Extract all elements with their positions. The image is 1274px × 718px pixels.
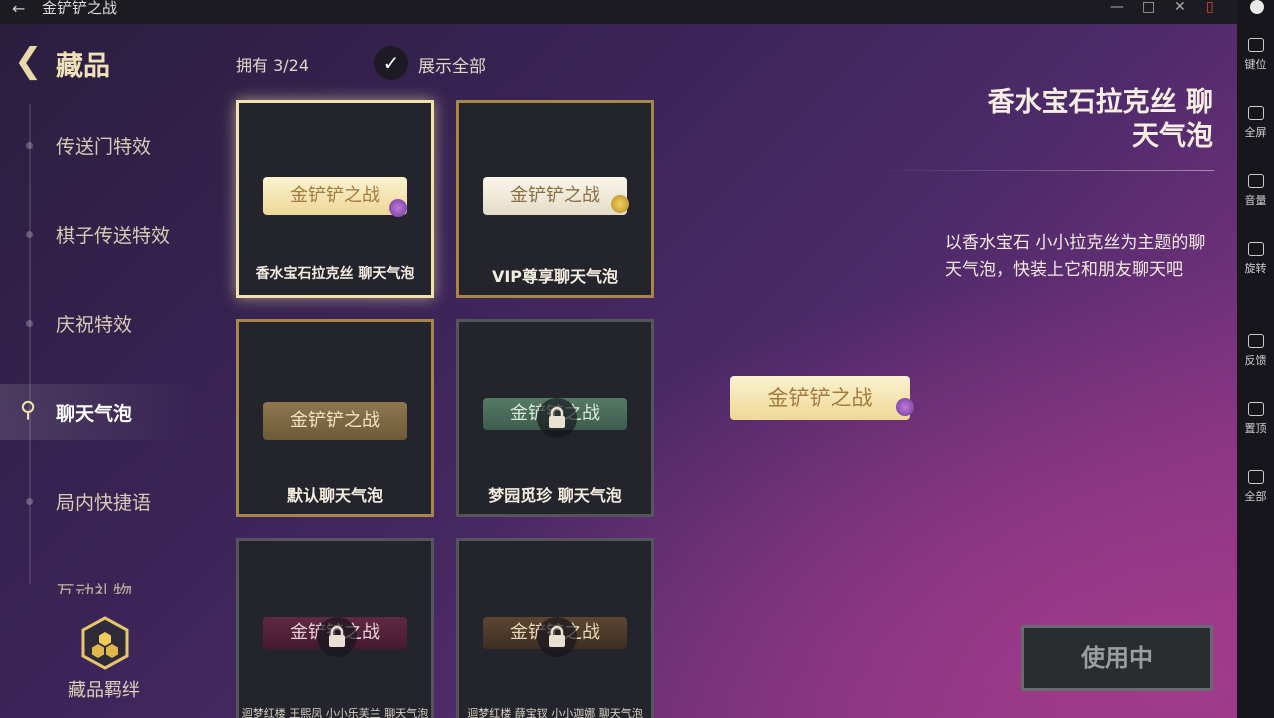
bubble-banner: 金铲铲之战 bbox=[263, 402, 407, 440]
maximize-icon[interactable]: □ bbox=[1142, 0, 1155, 14]
card-red-mansion-fengjie-bubble[interactable]: 金铲铲之战 迴梦红楼 王熙凤 小小乐芙兰 聊天气泡 bbox=[236, 538, 434, 718]
scepter-icon: ⚲ bbox=[20, 398, 37, 423]
emu-rotate-button[interactable]: 旋转 bbox=[1237, 242, 1274, 276]
bubble-preview: 金铲铲之战 bbox=[730, 376, 910, 420]
grid-icon bbox=[1247, 470, 1264, 484]
volume-icon bbox=[1247, 174, 1264, 188]
emu-pin-button[interactable]: 置顶 bbox=[1237, 402, 1274, 436]
lock-icon bbox=[537, 617, 577, 657]
show-all-checkbox[interactable]: ✓ bbox=[374, 46, 408, 80]
phone-icon[interactable]: ▯ bbox=[1206, 0, 1214, 14]
feedback-icon bbox=[1247, 334, 1264, 348]
arrow-left-icon[interactable]: ← bbox=[12, 0, 25, 18]
card-name: VIP尊享聊天气泡 bbox=[491, 267, 619, 286]
divider bbox=[872, 170, 1214, 171]
flower-icon bbox=[389, 199, 407, 217]
hexagon-bond-icon[interactable] bbox=[80, 616, 130, 670]
nav-dot bbox=[26, 320, 33, 327]
card-vip-bubble[interactable]: 金铲铲之战 VIP尊享聊天气泡 bbox=[456, 100, 654, 298]
card-default-bubble[interactable]: 金铲铲之战 默认聊天气泡 bbox=[236, 319, 434, 517]
user-avatar-icon[interactable] bbox=[1250, 0, 1264, 14]
bond-label[interactable]: 藏品羁绊 bbox=[68, 676, 140, 702]
card-red-mansion-baochai-bubble[interactable]: 金铲铲之战 迴梦红楼 薛宝钗 小小迦娜 聊天气泡 bbox=[456, 538, 654, 718]
nav-track bbox=[29, 104, 31, 584]
emu-volume-button[interactable]: 音量 bbox=[1237, 174, 1274, 208]
page-title: 藏品 bbox=[56, 51, 110, 82]
bubble-banner: 金铲铲之战 bbox=[483, 177, 627, 215]
detail-title: 香水宝石拉克丝 聊 天气泡 bbox=[987, 87, 1213, 152]
nav-item-portal-effects[interactable]: 传送门特效 bbox=[56, 132, 151, 159]
bubble-banner: 金铲铲之战 bbox=[263, 177, 407, 215]
nav-item-chat-bubble[interactable]: 聊天气泡 bbox=[56, 399, 132, 426]
card-dream-garden-bubble[interactable]: 金铲铲之战 梦园觅珍 聊天气泡 bbox=[456, 319, 654, 517]
nav-dot bbox=[26, 142, 33, 149]
pin-icon bbox=[1247, 402, 1264, 416]
fullscreen-icon bbox=[1247, 106, 1264, 120]
game-screen: ❮ 藏品 拥有 3/24 ✓ 展示全部 传送门特效 棋子传送特效 庆祝特效 ⚲ … bbox=[0, 24, 1237, 718]
card-name: 默认聊天气泡 bbox=[286, 486, 383, 505]
keyboard-icon bbox=[1247, 38, 1264, 52]
nav-item-gifts[interactable]: 互动礼物 bbox=[40, 576, 200, 594]
rotate-icon bbox=[1247, 242, 1264, 256]
emu-fullscreen-button[interactable]: 全屏 bbox=[1237, 106, 1274, 140]
emu-feedback-button[interactable]: 反馈 bbox=[1237, 334, 1274, 368]
lock-icon bbox=[537, 398, 577, 438]
close-icon[interactable]: ✕ bbox=[1174, 0, 1186, 14]
nav-dot bbox=[26, 498, 33, 505]
emu-keymap-button[interactable]: 键位 bbox=[1237, 38, 1274, 72]
card-name: 香水宝石拉克丝 聊天气泡 bbox=[255, 266, 415, 282]
show-all-label[interactable]: 展示全部 bbox=[418, 52, 486, 77]
card-name: 迴梦红楼 薛宝钗 小小迦娜 聊天气泡 bbox=[467, 707, 643, 718]
lock-icon bbox=[317, 617, 357, 657]
detail-description: 以香水宝石 小小拉克丝为主题的聊天气泡，快装上它和朋友聊天吧 bbox=[945, 233, 1206, 280]
card-lux-bubble[interactable]: 金铲铲之战 香水宝石拉克丝 聊天气泡 bbox=[236, 100, 434, 298]
flower-icon bbox=[896, 398, 914, 416]
minimize-icon[interactable]: — bbox=[1110, 0, 1124, 14]
card-name: 迴梦红楼 王熙凤 小小乐芙兰 聊天气泡 bbox=[241, 707, 429, 718]
owned-count: 拥有 3/24 bbox=[236, 56, 310, 75]
nav-item-piece-transport[interactable]: 棋子传送特效 bbox=[56, 221, 170, 248]
nav-item-celebration[interactable]: 庆祝特效 bbox=[56, 310, 132, 337]
gem-icon bbox=[611, 195, 629, 213]
in-use-button[interactable]: 使用中 bbox=[1021, 625, 1213, 691]
nav-dot bbox=[26, 231, 33, 238]
nav-item-quick-chat[interactable]: 局内快捷语 bbox=[56, 488, 151, 515]
window-titlebar: ← 金铲铲之战 — □ ✕ ▯ bbox=[0, 0, 1237, 24]
emu-all-button[interactable]: 全部 bbox=[1237, 470, 1274, 504]
window-title: 金铲铲之战 bbox=[42, 0, 118, 17]
card-name: 梦园觅珍 聊天气泡 bbox=[488, 486, 622, 505]
back-chevron-icon[interactable]: ❮ bbox=[14, 44, 43, 78]
